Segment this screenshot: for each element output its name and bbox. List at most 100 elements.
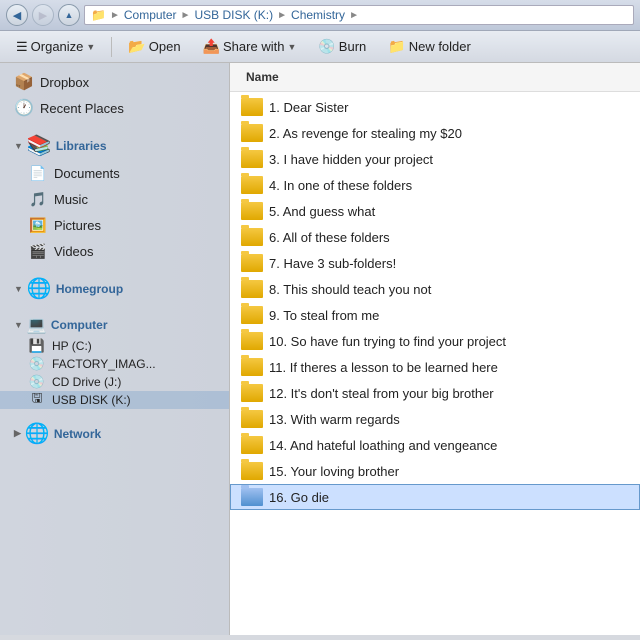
folder-name: 10. So have fun trying to find your proj… [269,334,506,349]
breadcrumb-chemistry[interactable]: Chemistry [291,8,345,22]
pictures-label: Pictures [54,218,101,233]
folder-icon [241,202,263,220]
folder-icon [241,228,263,246]
folder-name: 16. Go die [269,490,329,505]
open-button[interactable]: 📂 Open [120,35,188,58]
folder-row[interactable]: 4. In one of these folders [230,172,640,198]
network-icon: 🌐 [25,421,50,446]
forward-button[interactable]: ▶ [32,4,54,26]
burn-icon: 💿 [318,38,335,55]
sidebar: 📦 Dropbox 🕐 Recent Places ▼ 📚 Libraries … [0,63,230,635]
folder-icon [241,124,263,142]
folder-row[interactable]: 13. With warm regards [230,406,640,432]
folder-icon-small: 📁 [91,8,106,22]
folder-row[interactable]: 12. It's don't steal from your big broth… [230,380,640,406]
folder-row[interactable]: 5. And guess what [230,198,640,224]
folder-row[interactable]: 16. Go die [230,484,640,510]
folder-name: 14. And hateful loathing and vengeance [269,438,497,453]
sidebar-item-recent-label: Recent Places [40,101,221,116]
up-button[interactable]: ▲ [58,4,80,26]
breadcrumb-usb[interactable]: USB DISK (K:) [194,8,273,22]
organize-label: Organize [31,39,84,54]
folder-icon [241,306,263,324]
folder-row[interactable]: 2. As revenge for stealing my $20 [230,120,640,146]
homegroup-label: Homegroup [56,282,123,296]
homegroup-expand-icon: ▼ [14,284,23,294]
network-expand-icon: ▶ [14,428,21,439]
folder-name: 8. This should teach you not [269,282,431,297]
share-with-button[interactable]: 📤 Share with ▼ [195,35,305,58]
breadcrumb-sep2: ► [181,10,191,21]
sidebar-section-libraries[interactable]: ▼ 📚 Libraries [0,127,229,160]
folder-row[interactable]: 3. I have hidden your project [230,146,640,172]
sidebar-item-hp[interactable]: 💾 HP (C:) [0,337,229,355]
organize-button[interactable]: ☰ Organize ▼ [8,36,103,58]
folder-name: 5. And guess what [269,204,375,219]
dropbox-icon: 📦 [14,72,34,92]
folder-row[interactable]: 9. To steal from me [230,302,640,328]
sidebar-section-network[interactable]: ▶ 🌐 Network [0,415,229,448]
folder-name: 7. Have 3 sub-folders! [269,256,396,271]
sidebar-item-pictures[interactable]: 🖼️ Pictures [0,212,229,238]
breadcrumb-computer[interactable]: Computer [124,8,177,22]
music-label: Music [54,192,88,207]
new-folder-icon: 📁 [388,38,405,55]
folder-name: 11. If theres a lesson to be learned her… [269,360,498,375]
folder-list: 1. Dear Sister 2. As revenge for stealing… [230,92,640,512]
libraries-label: Libraries [56,139,107,153]
folder-icon [241,98,263,116]
sidebar-item-dropbox-label: Dropbox [40,75,221,90]
sidebar-item-videos[interactable]: 🎬 Videos [0,238,229,264]
folder-icon [241,410,263,428]
documents-icon: 📄 [28,163,48,183]
folder-row[interactable]: 11. If theres a lesson to be learned her… [230,354,640,380]
main-layout: 📦 Dropbox 🕐 Recent Places ▼ 📚 Libraries … [0,63,640,635]
videos-icon: 🎬 [28,241,48,261]
music-icon: 🎵 [28,189,48,209]
folder-icon [241,150,263,168]
recent-places-icon: 🕐 [14,98,34,118]
libraries-icon: 📚 [27,133,52,158]
folder-row[interactable]: 10. So have fun trying to find your proj… [230,328,640,354]
folder-row[interactable]: 1. Dear Sister [230,94,640,120]
hp-drive-icon: 💾 [28,339,46,353]
folder-row[interactable]: 8. This should teach you not [230,276,640,302]
sidebar-section-computer[interactable]: ▼ 💻 Computer [0,309,229,337]
share-icon: 📤 [203,38,220,55]
sidebar-item-documents[interactable]: 📄 Documents [0,160,229,186]
folder-row[interactable]: 6. All of these folders [230,224,640,250]
sidebar-section-homegroup[interactable]: ▼ 🌐 Homegroup [0,270,229,303]
factory-label: FACTORY_IMAG... [52,357,156,371]
organize-icon: ☰ [16,39,28,55]
folder-row[interactable]: 7. Have 3 sub-folders! [230,250,640,276]
pictures-icon: 🖼️ [28,215,48,235]
new-folder-button[interactable]: 📁 New folder [380,35,479,58]
breadcrumb[interactable]: 📁 ► Computer ► USB DISK (K:) ► Chemistry… [84,5,634,25]
folder-icon [241,488,263,506]
factory-drive-icon: 💿 [28,357,46,371]
name-column-header[interactable]: Name [240,67,285,87]
sidebar-item-music[interactable]: 🎵 Music [0,186,229,212]
organize-dropdown-arrow: ▼ [86,42,95,52]
sidebar-item-usb[interactable]: 🖫 USB DISK (K:) [0,391,229,409]
sidebar-item-recent-places[interactable]: 🕐 Recent Places [0,95,229,121]
content-area: Name 1. Dear Sister 2. As revenge for ste… [230,63,640,635]
new-folder-label: New folder [409,39,471,54]
folder-name: 3. I have hidden your project [269,152,433,167]
sidebar-item-dropbox[interactable]: 📦 Dropbox [0,69,229,95]
folder-name: 2. As revenge for stealing my $20 [269,126,462,141]
breadcrumb-sep3: ► [277,10,287,21]
back-button[interactable]: ◀ [6,4,28,26]
folder-name: 6. All of these folders [269,230,390,245]
burn-button[interactable]: 💿 Burn [310,35,374,58]
share-dropdown-arrow: ▼ [287,42,296,52]
open-icon: 📂 [128,38,145,55]
folder-row[interactable]: 15. Your loving brother [230,458,640,484]
libraries-expand-icon: ▼ [14,141,23,151]
folder-icon [241,176,263,194]
sidebar-item-factory[interactable]: 💿 FACTORY_IMAG... [0,355,229,373]
folder-icon [241,332,263,350]
computer-icon: 💻 [27,315,47,335]
folder-row[interactable]: 14. And hateful loathing and vengeance [230,432,640,458]
content-header: Name [230,63,640,92]
